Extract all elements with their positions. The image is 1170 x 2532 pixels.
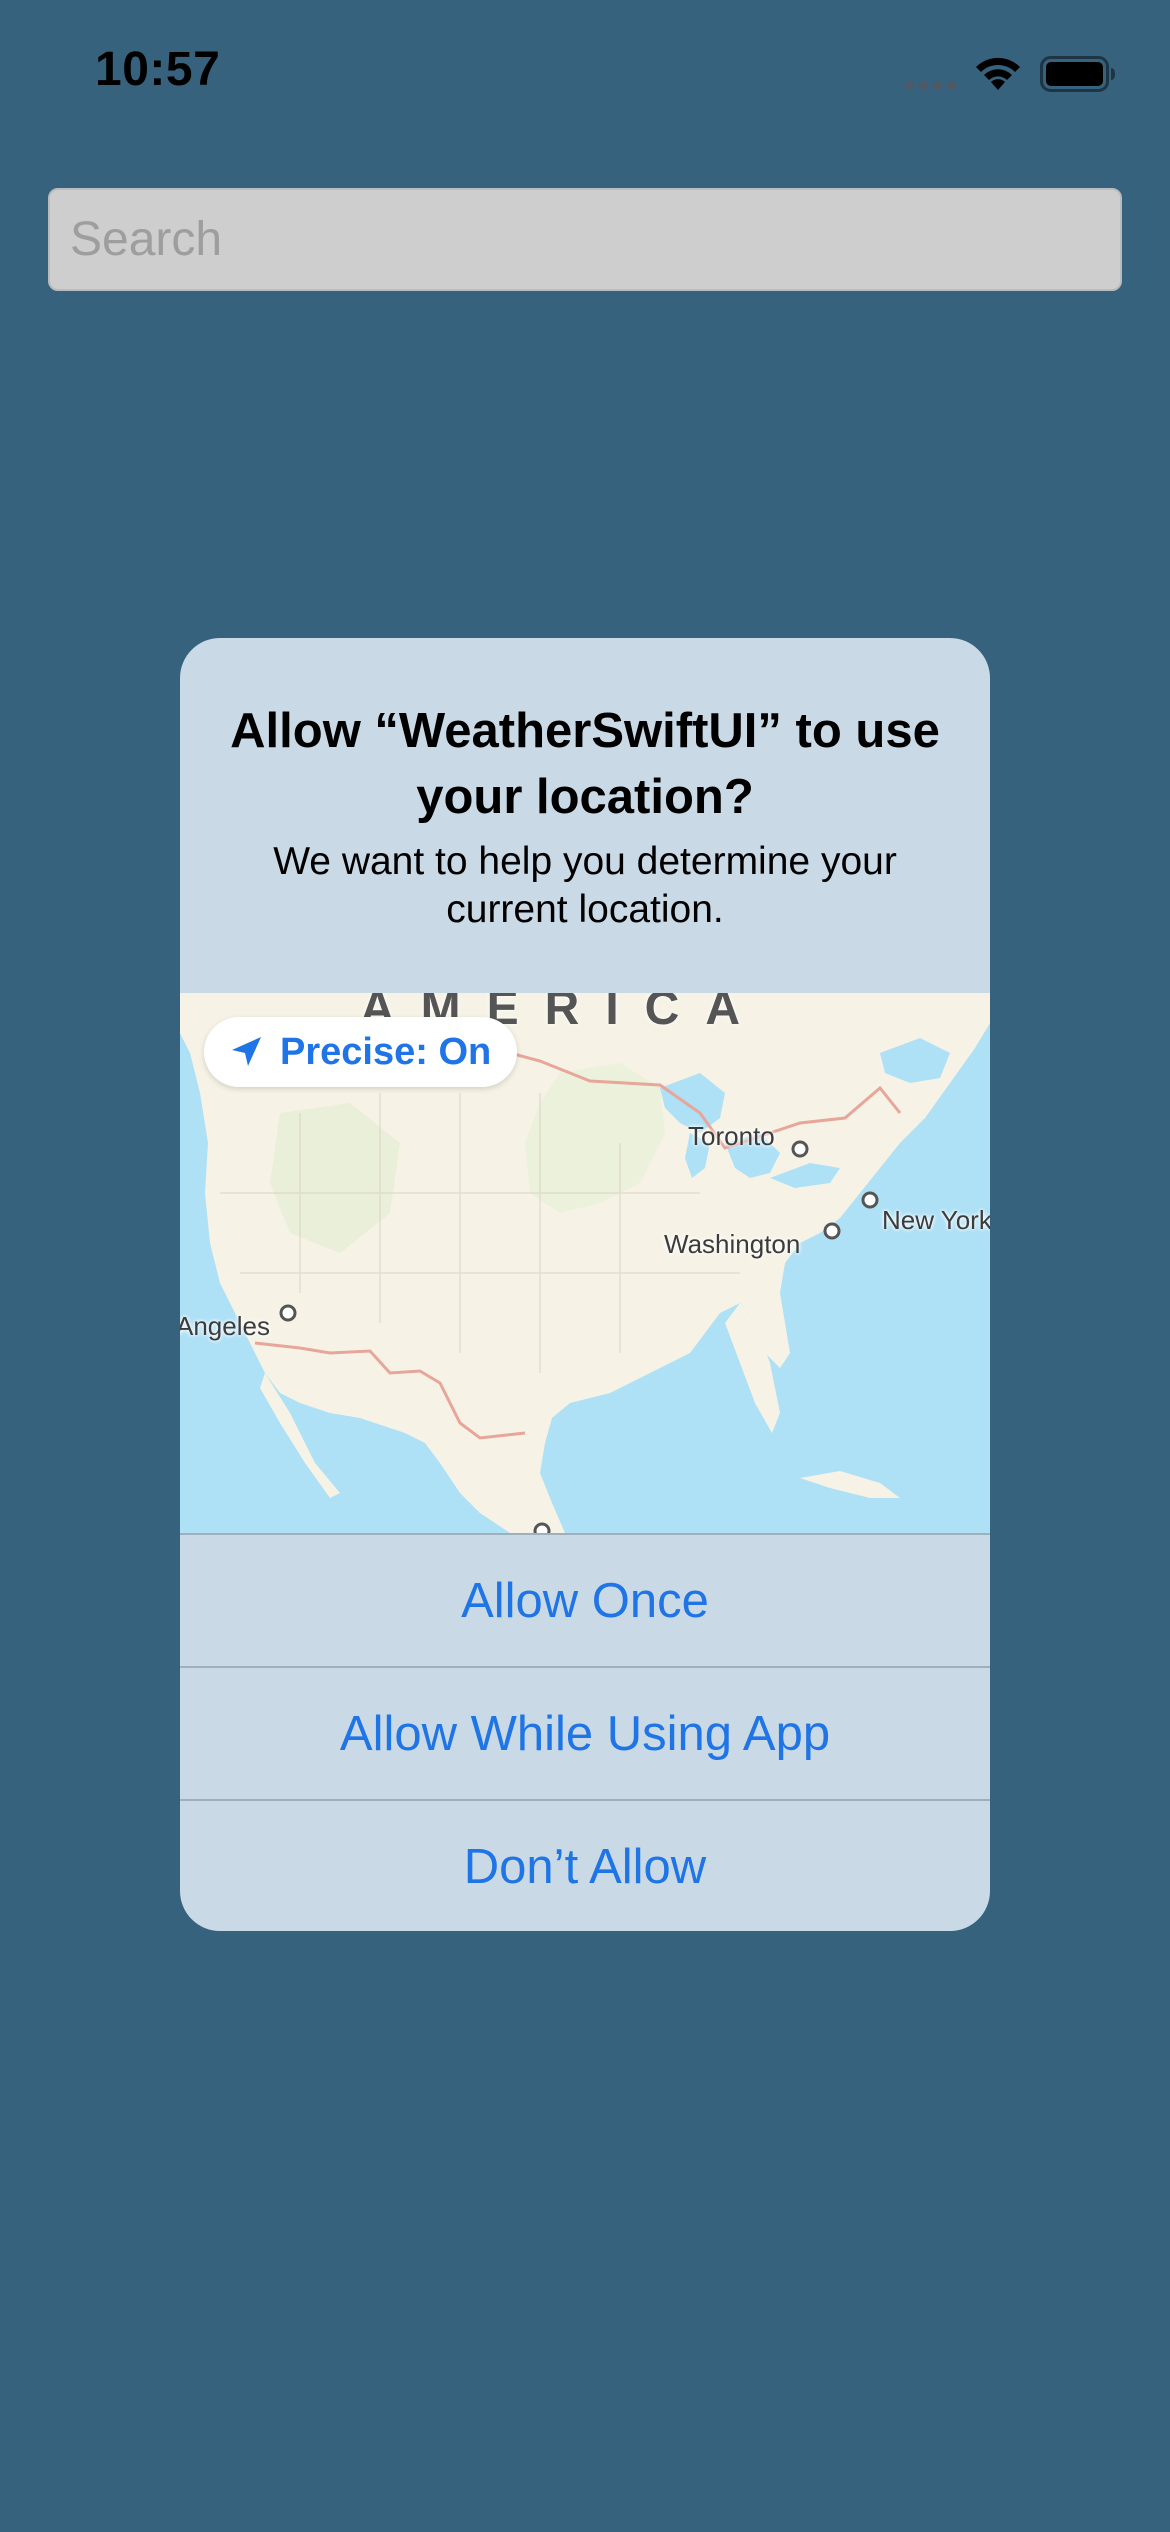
cellular-signal-icon <box>905 82 956 90</box>
precise-location-label: Precise: On <box>280 1030 492 1073</box>
precise-location-toggle[interactable]: Precise: On <box>204 1017 518 1087</box>
map-label-toronto: Toronto <box>688 1121 775 1151</box>
status-bar: 10:57 <box>0 0 1170 150</box>
city-marker-new-york <box>861 1191 879 1209</box>
location-arrow-icon <box>232 1037 261 1066</box>
city-marker-washington <box>823 1222 841 1240</box>
alert-title: Allow “WeatherSwiftUI” to use your locat… <box>230 704 940 824</box>
location-map[interactable]: AMERICA Toronto New York Washington Ange… <box>180 993 990 1533</box>
alert-message: We want to help you determine your curre… <box>273 840 897 931</box>
search-field[interactable] <box>48 188 1122 291</box>
status-time: 10:57 <box>95 43 221 96</box>
dont-allow-button[interactable]: Don’t Allow <box>180 1799 990 1931</box>
allow-while-using-app-button[interactable]: Allow While Using App <box>180 1666 990 1799</box>
map-label-new-york: New York <box>882 1205 990 1235</box>
battery-icon <box>1040 56 1115 92</box>
allow-once-button[interactable]: Allow Once <box>180 1533 990 1666</box>
map-label-los-angeles: Angeles <box>180 1311 270 1341</box>
alert-header: Allow “WeatherSwiftUI” to use your locat… <box>180 638 990 993</box>
search-input[interactable] <box>70 212 1120 267</box>
map-label-washington: Washington <box>664 1229 801 1259</box>
city-marker-mexico <box>533 1522 551 1533</box>
wifi-icon <box>976 57 1020 90</box>
location-permission-alert: Allow “WeatherSwiftUI” to use your locat… <box>180 638 990 1931</box>
city-marker-toronto <box>791 1140 809 1158</box>
city-marker-los-angeles <box>279 1304 297 1322</box>
